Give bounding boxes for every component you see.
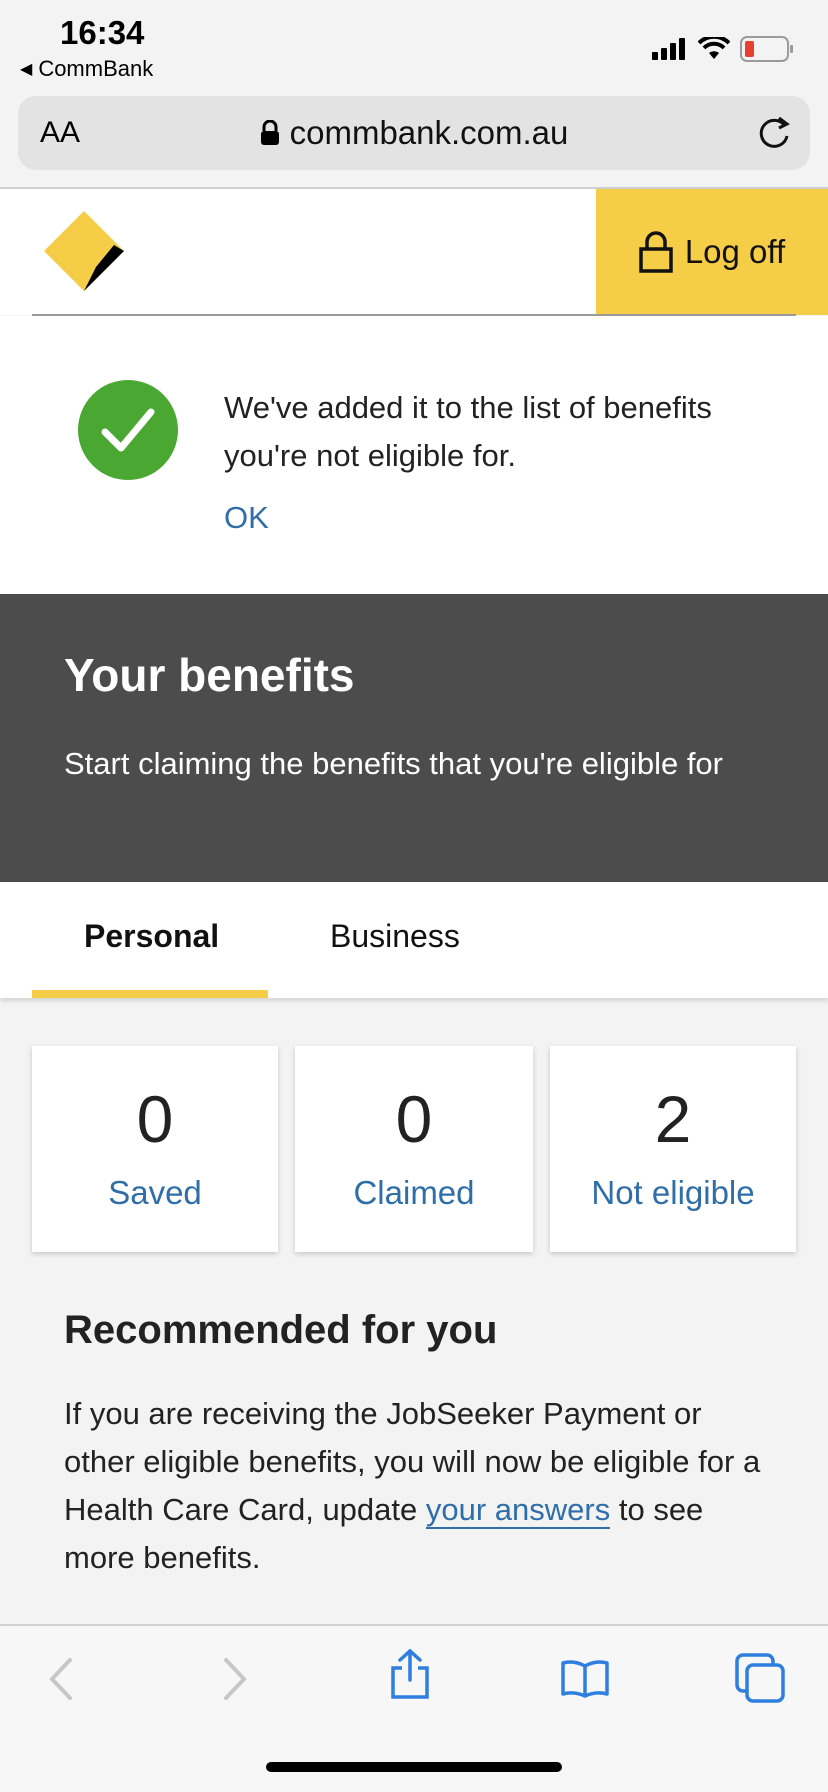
tab-personal[interactable]: Personal <box>84 918 219 955</box>
not-eligible-card[interactable]: 2 Not eligible <box>550 1046 796 1252</box>
claimed-label[interactable]: Claimed <box>295 1174 533 1212</box>
benefits-hero: Your benefits Start claiming the benefit… <box>0 594 828 882</box>
lock-icon <box>260 120 279 145</box>
battery-icon <box>740 36 793 62</box>
back-chevron-icon[interactable] <box>46 1656 76 1702</box>
saved-label[interactable]: Saved <box>32 1174 278 1212</box>
page-title: Your benefits <box>64 649 355 701</box>
padlock-icon <box>639 231 673 273</box>
tab-business[interactable]: Business <box>330 918 460 955</box>
success-check-icon <box>78 380 178 480</box>
recommended-text: If you are receiving the JobSeeker Payme… <box>64 1390 774 1582</box>
share-icon[interactable] <box>388 1648 432 1700</box>
success-notification: We've added it to the list of benefits y… <box>0 316 828 594</box>
benefit-tabs: Personal Business <box>0 882 828 998</box>
app-header: Log off <box>0 189 828 315</box>
notification-message: We've added it to the list of benefits y… <box>224 390 712 473</box>
bookmarks-icon[interactable] <box>560 1658 610 1698</box>
wifi-icon <box>698 37 730 59</box>
commbank-logo[interactable] <box>44 211 130 295</box>
status-time: 16:34 <box>60 14 145 51</box>
not-eligible-count: 2 <box>654 1082 692 1156</box>
claimed-count: 0 <box>395 1082 433 1156</box>
log-off-button[interactable]: Log off <box>596 189 828 315</box>
url-text: commbank.com.au <box>289 114 569 151</box>
recommended-heading: Recommended for you <box>64 1308 498 1352</box>
url-display[interactable]: commbank.com.au <box>18 114 810 152</box>
back-to-app-link[interactable]: ◀ CommBank <box>20 56 153 82</box>
page-subtitle: Start claiming the benefits that you're … <box>64 746 723 781</box>
back-app-label: CommBank <box>38 56 154 81</box>
reload-icon[interactable] <box>754 112 794 152</box>
status-icons <box>652 36 794 62</box>
status-bar: 16:34 ◀ CommBank <box>0 0 828 90</box>
saved-count: 0 <box>136 1082 174 1156</box>
back-triangle-icon: ◀ <box>20 61 33 78</box>
active-tab-indicator <box>32 990 268 998</box>
ok-link[interactable]: OK <box>224 500 269 536</box>
saved-card[interactable]: 0 Saved <box>32 1046 278 1252</box>
your-answers-link[interactable]: your answers <box>425 1492 611 1529</box>
log-off-label: Log off <box>684 233 786 270</box>
claimed-card[interactable]: 0 Claimed <box>295 1046 533 1252</box>
home-indicator[interactable] <box>266 1762 562 1772</box>
tabs-icon[interactable] <box>734 1652 786 1704</box>
cellular-signal-icon <box>652 38 685 60</box>
forward-chevron-icon[interactable] <box>220 1656 250 1702</box>
address-bar[interactable]: AA commbank.com.au <box>18 96 810 170</box>
not-eligible-label[interactable]: Not eligible <box>550 1174 796 1212</box>
